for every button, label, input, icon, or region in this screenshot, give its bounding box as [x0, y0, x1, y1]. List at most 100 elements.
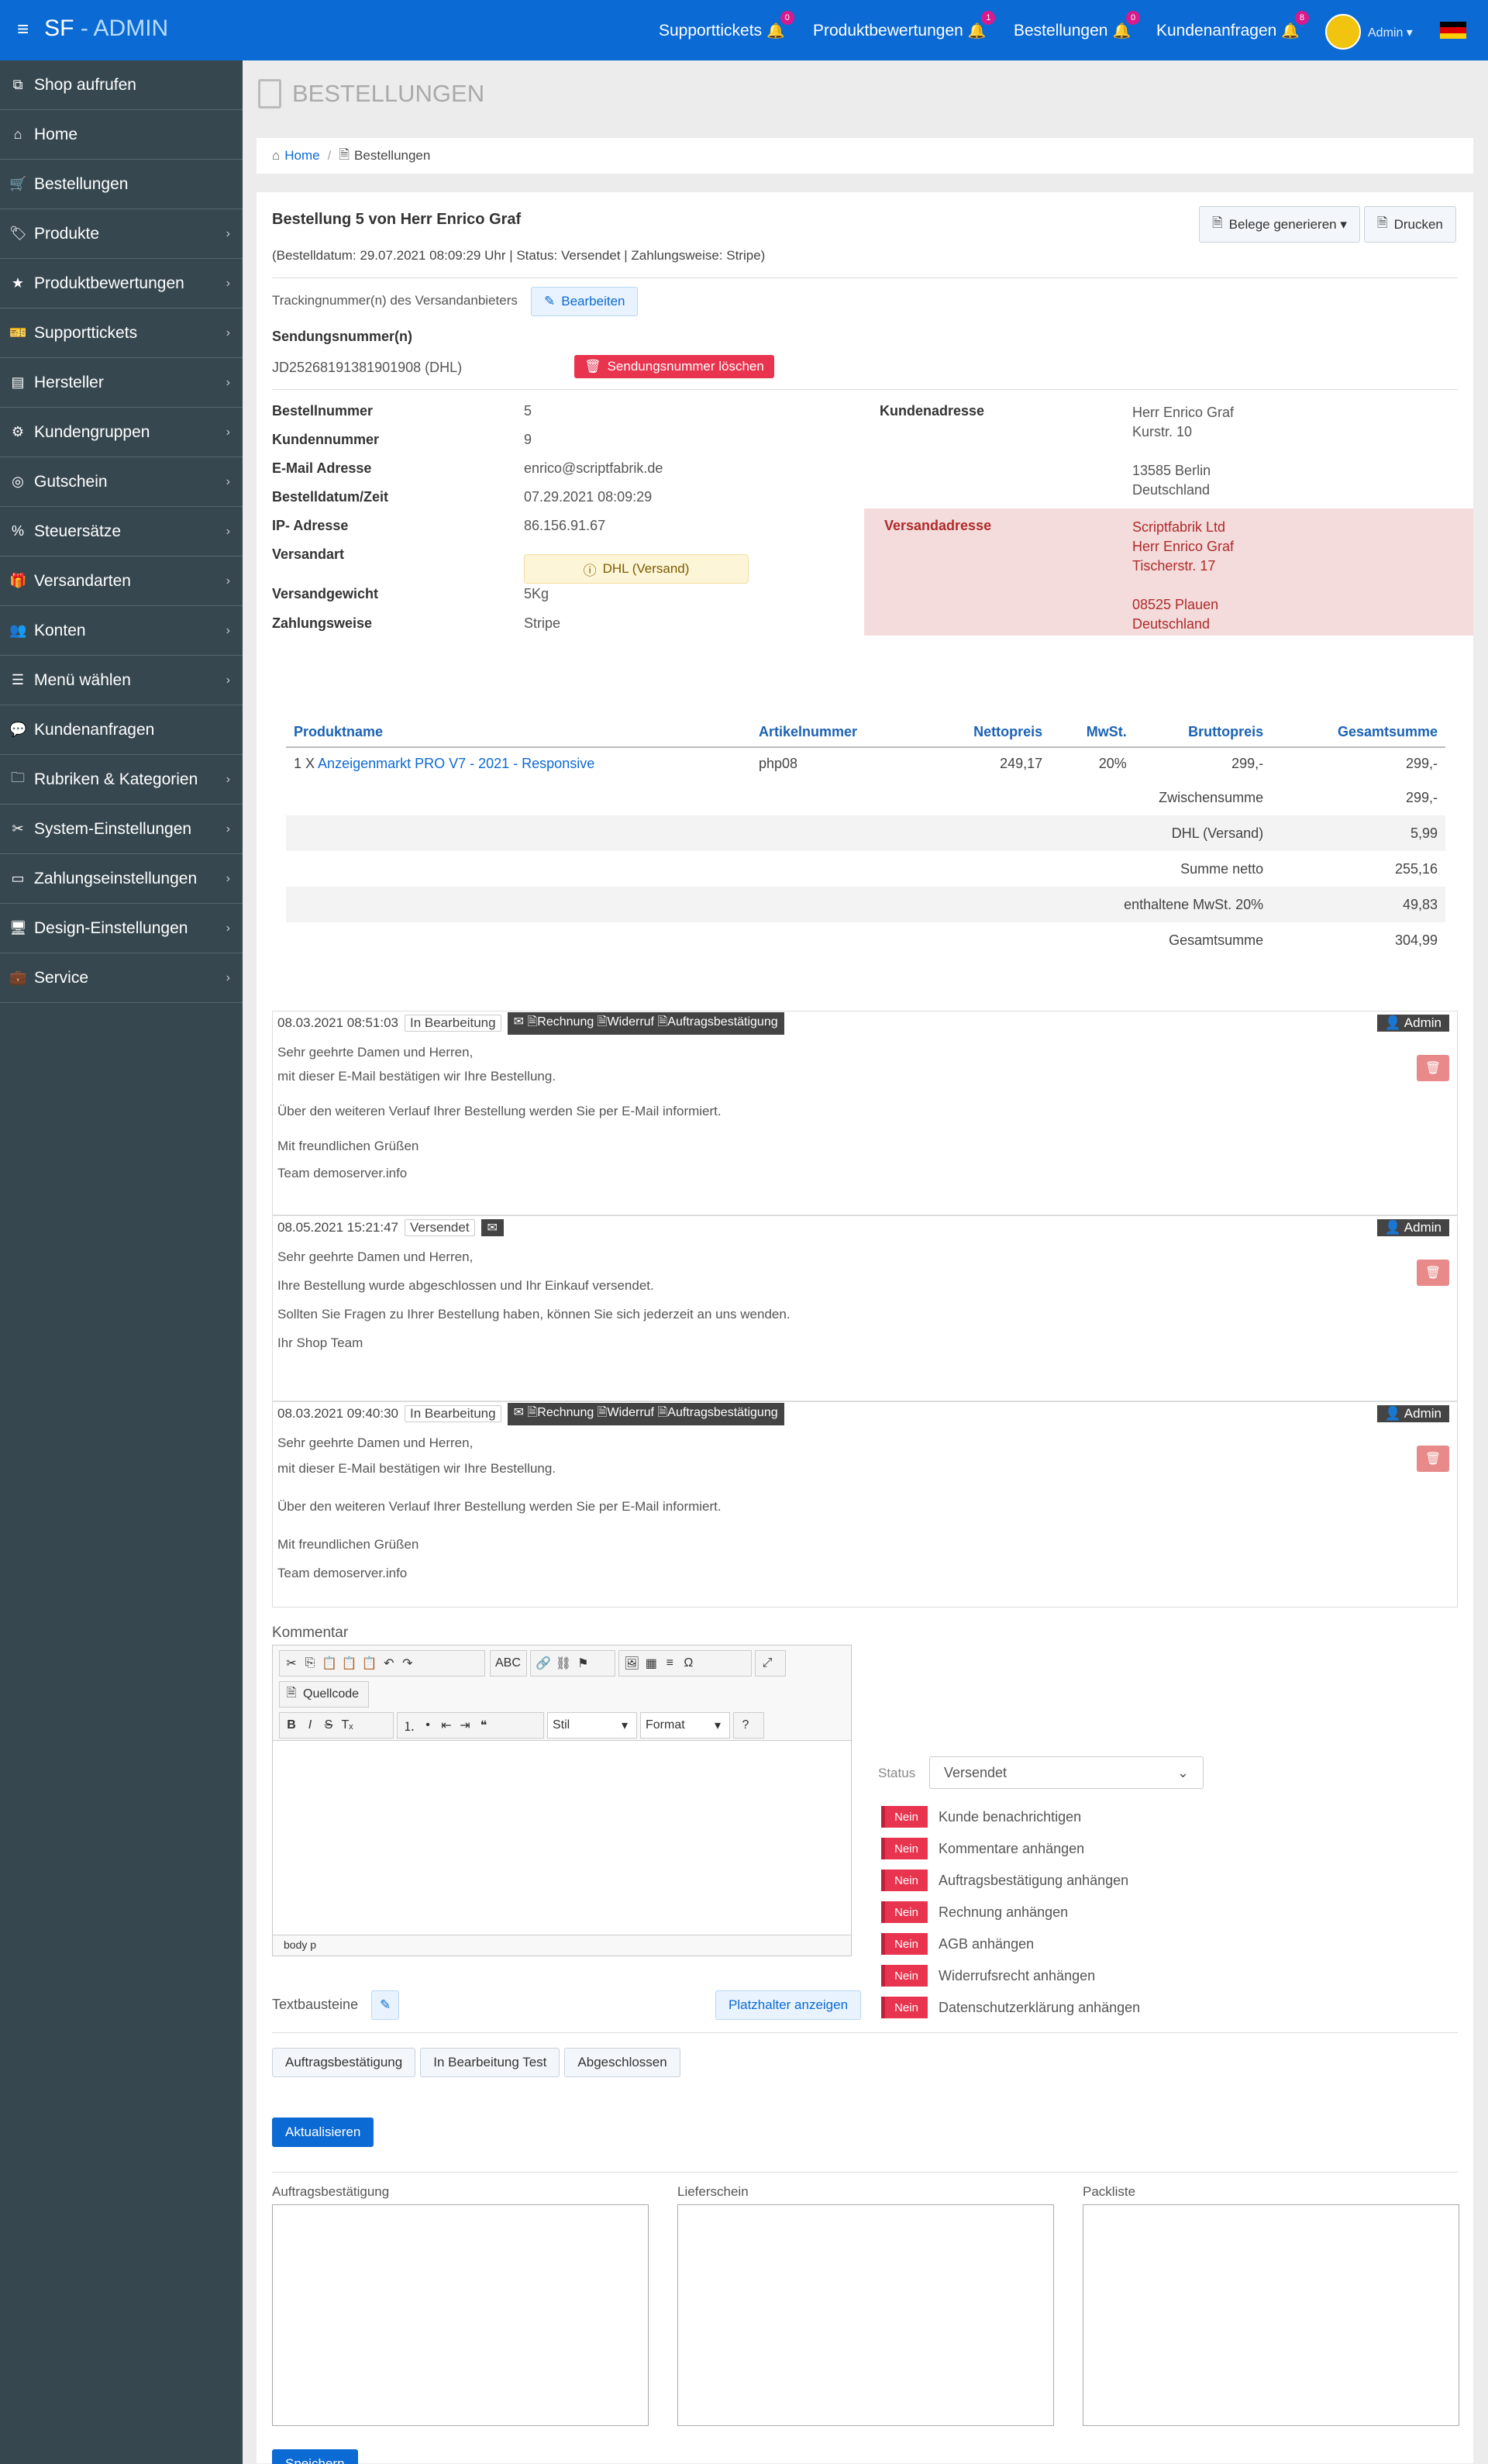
product-table: Produktname Artikelnummer Nettopreis MwS…: [286, 718, 1445, 958]
toggle-attach-withdrawal[interactable]: Nein Widerrufsrecht anhängen: [881, 1965, 1095, 1987]
preset-button[interactable]: In Bearbeitung Test: [420, 2048, 560, 2077]
delete-entry-icon[interactable]: 🗑: [1417, 1446, 1449, 1472]
maximize-icon[interactable]: ⤢: [760, 1656, 774, 1670]
special-char-icon[interactable]: Ω: [681, 1656, 695, 1670]
brand-sf: SF: [44, 16, 74, 41]
horizontal-line-icon[interactable]: ≡: [663, 1656, 677, 1670]
order-card: Bestellung 5 von Herr Enrico Graf (Beste…: [257, 192, 1473, 2464]
delete-entry-icon[interactable]: 🗑: [1417, 1260, 1449, 1286]
update-button[interactable]: Aktualisieren: [272, 2118, 374, 2147]
toggle-notify-customer[interactable]: Nein Kunde benachrichtigen: [881, 1806, 1081, 1828]
sidebar-item-produktbewertungen[interactable]: ★ Produktbewertungen ›: [0, 259, 243, 308]
unlink-icon[interactable]: ⛓: [556, 1656, 571, 1671]
sidebar-item-versandarten[interactable]: 🎁 Versandarten ›: [0, 557, 243, 606]
nav-bestellungen[interactable]: Bestellungen 🔔 0: [1014, 11, 1141, 40]
sidebar-item-kundengruppen[interactable]: ⚙ Kundengruppen ›: [0, 408, 243, 457]
toggle-attach-invoice[interactable]: Nein Rechnung anhängen: [881, 1901, 1068, 1923]
redo-icon[interactable]: ↷: [401, 1656, 415, 1671]
cut-icon[interactable]: ✂: [284, 1656, 298, 1671]
numbered-list-icon[interactable]: ⒈: [402, 1716, 416, 1735]
mail-icon: ✉: [480, 1219, 504, 1236]
sidebar-item-bestellungen[interactable]: 🛒 Bestellungen: [0, 160, 243, 209]
delivery-note-textarea[interactable]: [677, 2204, 1054, 2426]
preset-button[interactable]: Abgeschlossen: [564, 2048, 680, 2077]
link-icon[interactable]: 🔗: [536, 1656, 551, 1671]
spellcheck-icon[interactable]: ABC: [495, 1656, 521, 1670]
product-link[interactable]: Anzeigenmarkt PRO V7 - 2021 - Responsive: [318, 756, 594, 771]
italic-icon[interactable]: I: [303, 1718, 317, 1732]
sidebar-item-home[interactable]: ⌂ Home: [0, 110, 243, 160]
brand[interactable]: ≡ SF - ADMIN: [17, 16, 168, 42]
paste-text-icon[interactable]: 📋: [342, 1656, 357, 1671]
sidebar-item-system[interactable]: ✂ System-Einstellungen ›: [0, 805, 243, 854]
copy-icon[interactable]: ⎘: [303, 1656, 317, 1670]
print-button[interactable]: 🗎 Drucken: [1363, 206, 1456, 243]
anchor-flag-icon[interactable]: ⚑: [576, 1656, 590, 1671]
delete-tracking-button[interactable]: 🗑 Sendungsnummer löschen: [574, 355, 774, 378]
show-placeholders-button[interactable]: Platzhalter anzeigen: [715, 1990, 862, 2020]
image-icon[interactable]: 🖼: [624, 1656, 639, 1671]
sidebar-item-kundenanfragen[interactable]: 💬 Kundenanfragen: [0, 705, 243, 755]
sidebar-item-menue[interactable]: ☰ Menü wählen ›: [0, 656, 243, 705]
sidebar-item-steuersaetze[interactable]: % Steuersätze ›: [0, 507, 243, 557]
delete-entry-icon[interactable]: 🗑: [1417, 1055, 1449, 1081]
sidebar-item-supporttickets[interactable]: 🎫 Supporttickets ›: [0, 308, 243, 358]
breadcrumb-home[interactable]: Home: [284, 148, 319, 164]
toggle-attach-comments[interactable]: Nein Kommentare anhängen: [881, 1838, 1084, 1859]
nav-supporttickets[interactable]: Supporttickets 🔔 0: [659, 11, 794, 40]
user-dropdown[interactable]: Admin ▾: [1368, 25, 1413, 40]
menu-toggle-icon[interactable]: ≡: [17, 17, 29, 41]
remove-format-icon[interactable]: Tₓ: [340, 1718, 354, 1732]
save-button[interactable]: Speichern: [272, 2449, 358, 2464]
sendungsnummer-value: JD25268191381901908 (DHL): [272, 360, 463, 375]
source-code-button[interactable]: 🗎 Quellcode: [279, 1681, 369, 1708]
toggle-attach-privacy[interactable]: Nein Datenschutzerklärung anhängen: [881, 1997, 1140, 2018]
desktop-icon: 🖥: [9, 920, 27, 936]
preset-button[interactable]: Auftragsbestätigung: [272, 2048, 416, 2077]
german-flag-icon[interactable]: [1440, 22, 1466, 39]
sidebar-item-konten[interactable]: 👥 Konten ›: [0, 606, 243, 656]
packing-list-textarea[interactable]: [1083, 2204, 1459, 2426]
undo-icon[interactable]: ↶: [382, 1656, 396, 1671]
status-select[interactable]: Versendet ⌄: [929, 1756, 1204, 1789]
sidebar-item-zahlung[interactable]: ▭ Zahlungseinstellungen ›: [0, 854, 243, 904]
indent-icon[interactable]: ⇥: [458, 1718, 472, 1733]
toggle-attach-agb[interactable]: Nein AGB anhängen: [881, 1933, 1034, 1955]
field-value: Stripe: [524, 615, 561, 631]
outdent-icon[interactable]: ⇤: [439, 1718, 453, 1733]
toolbar-spell: ABC: [490, 1650, 527, 1677]
confirmation-textarea[interactable]: [272, 2204, 649, 2426]
edit-tracking-button[interactable]: ✎ Bearbeiten: [531, 287, 639, 316]
chevron-right-icon: ›: [226, 375, 230, 389]
briefcase-icon: 💼: [9, 970, 27, 985]
format-dropdown[interactable]: Format ▾: [640, 1712, 730, 1739]
table-icon[interactable]: ▦: [644, 1656, 658, 1671]
help-button[interactable]: ?: [733, 1712, 764, 1739]
bold-icon[interactable]: B: [284, 1718, 298, 1732]
paste-word-icon[interactable]: 📋: [362, 1656, 377, 1671]
toolbar-insert: 🖼 ▦ ≡ Ω: [618, 1650, 752, 1677]
sidebar-item-gutschein[interactable]: ◎ Gutschein ›: [0, 457, 243, 507]
blockquote-icon[interactable]: ❝: [477, 1718, 491, 1733]
toggle-attach-confirmation[interactable]: Nein Auftragsbestätigung anhängen: [881, 1870, 1128, 1891]
field-label: Kundennummer: [272, 432, 380, 447]
nav-kundenanfragen[interactable]: Kundenanfragen 🔔 8: [1156, 11, 1309, 40]
edit-textbausteine-button[interactable]: ✎: [371, 1990, 400, 2020]
comment-editor-area[interactable]: [273, 1740, 851, 1935]
sidebar-item-rubriken[interactable]: 🗀 Rubriken & Kategorien ›: [0, 755, 243, 805]
nav-produktbewertungen[interactable]: Produktbewertungen 🔔 1: [813, 11, 996, 40]
sidebar-item-service[interactable]: 💼 Service ›: [0, 953, 243, 1003]
sidebar-item-design[interactable]: 🖥 Design-Einstellungen ›: [0, 904, 243, 953]
globe-icon: ◎: [12, 474, 24, 489]
strike-icon[interactable]: S: [322, 1718, 336, 1732]
sidebar-item-produkte[interactable]: 🏷 Produkte ›: [0, 209, 243, 259]
generate-documents-button[interactable]: 🗎 Belege generieren ▾: [1199, 206, 1360, 243]
style-dropdown[interactable]: Stil ▾: [547, 1712, 637, 1739]
bullet-list-icon[interactable]: •: [421, 1718, 435, 1732]
paste-icon[interactable]: 📋: [322, 1656, 337, 1671]
avatar[interactable]: [1325, 14, 1361, 50]
rich-text-editor: ✂ ⎘ 📋 📋 📋 ↶ ↷ ABC 🔗 ⛓ ⚑ 🖼 ▦ ≡ Ω ⤢ 🗎 Quellcode B I S Tₓ …: [272, 1645, 852, 1956]
count-badge: 8: [1294, 11, 1309, 25]
sidebar-item-shop[interactable]: ⧉ Shop aufrufen: [0, 60, 243, 110]
sidebar-item-hersteller[interactable]: ▤ Hersteller ›: [0, 358, 243, 408]
